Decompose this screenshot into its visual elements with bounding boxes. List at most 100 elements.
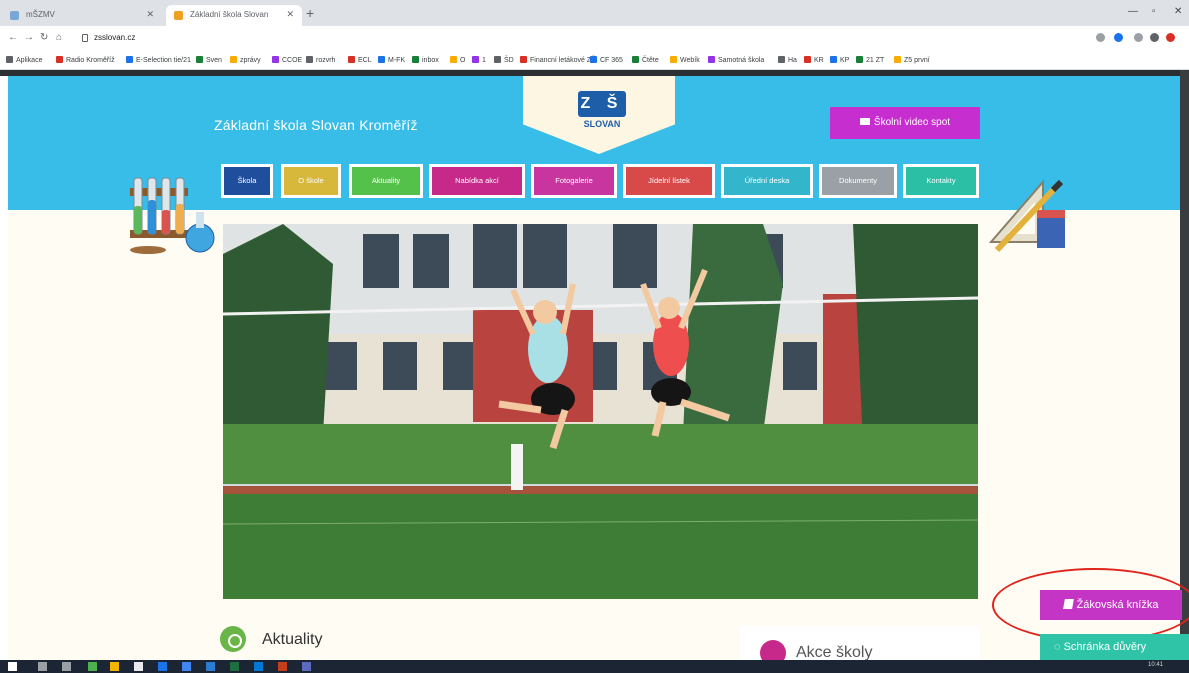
bookmark-favicon-icon	[6, 56, 13, 63]
search-taskbar-icon[interactable]	[38, 662, 47, 671]
bookmark-favicon-icon	[778, 56, 785, 63]
start-button-icon[interactable]	[8, 662, 17, 671]
bookmark-item[interactable]: Z5 první	[894, 56, 930, 64]
nav-item-jidelni-listek[interactable]: Jídelní lístek	[623, 164, 715, 198]
logo-letters: Z Š	[578, 91, 626, 117]
bookmark-item[interactable]: Aplikace	[6, 56, 42, 64]
forward-icon[interactable]: →	[24, 32, 34, 43]
bookmark-item[interactable]: Financní letákové ZŠ	[520, 56, 596, 64]
bookmark-item[interactable]: Ha	[778, 56, 797, 64]
search-icon[interactable]	[1096, 33, 1105, 42]
school-logo[interactable]: Z Š SLOVAN	[572, 91, 632, 143]
nav-item-dokumenty[interactable]: Dokumenty	[819, 164, 897, 198]
bookmark-item[interactable]: zprávy	[230, 56, 261, 64]
tab-favicon-icon	[10, 11, 19, 20]
back-icon[interactable]: ←	[8, 32, 18, 43]
scrollbar[interactable]	[1180, 70, 1189, 660]
extension-icon[interactable]	[1134, 33, 1143, 42]
events-box: Akce školy	[740, 626, 980, 666]
nav-item-uredni-deska[interactable]: Úřední deska	[721, 164, 813, 198]
task-view-icon[interactable]	[62, 662, 71, 671]
bookmark-item[interactable]: 1	[472, 56, 486, 64]
bookmark-item[interactable]: rozvrh	[306, 56, 335, 64]
nav-item-o-skole[interactable]: O škole	[281, 164, 341, 198]
tab-close-icon[interactable]: ✕	[146, 9, 154, 20]
bookmark-item[interactable]: KP	[830, 56, 849, 64]
browser-toolbar: ← → ↻ ⌂ zsslovan.cz	[0, 26, 1189, 50]
bookmark-favicon-icon	[378, 56, 385, 63]
nav-item-aktuality[interactable]: Aktuality	[349, 164, 423, 198]
puzzle-icon[interactable]	[1150, 33, 1159, 42]
bookmark-favicon-icon	[450, 56, 457, 63]
news-icon	[220, 626, 246, 652]
bookmark-favicon-icon	[520, 56, 527, 63]
trust-box-button[interactable]: ◌ Schránka důvěry	[1040, 634, 1189, 660]
browser-tab-active[interactable]: Základní škola Slovan ✕	[166, 5, 302, 26]
ruler-pencil-icon	[988, 179, 1065, 253]
minimize-icon[interactable]: —	[1128, 6, 1138, 17]
excel-icon[interactable]	[230, 662, 239, 671]
os-taskbar: 10:41	[0, 660, 1189, 673]
word-icon[interactable]	[206, 662, 215, 671]
bookmark-favicon-icon	[348, 56, 355, 63]
home-icon[interactable]: ⌂	[56, 32, 62, 43]
address-bar[interactable]: zsslovan.cz	[78, 31, 1078, 46]
bookmark-item[interactable]: 21 ZT	[856, 56, 884, 64]
bookmark-item[interactable]: KR	[804, 56, 824, 64]
bookmark-favicon-icon	[894, 56, 901, 63]
bookmark-favicon-icon	[306, 56, 313, 63]
bookmark-item[interactable]: inbox	[412, 56, 439, 64]
highlight-annotation-circle	[992, 568, 1189, 642]
file-explorer-icon[interactable]	[110, 662, 119, 671]
browser-tab[interactable]: mŠZMV ✕	[2, 5, 162, 26]
bookmark-item[interactable]: CF 365	[590, 56, 623, 64]
profile-avatar-icon[interactable]	[1166, 33, 1175, 42]
site-title[interactable]: Základní škola Slovan Kroměříž	[214, 117, 418, 133]
bookmark-item[interactable]: E-Selection tie/21	[126, 56, 191, 64]
bookmark-item[interactable]: Čtěte	[632, 56, 659, 64]
bookmark-item[interactable]: CCOE	[272, 56, 302, 64]
hero-photo	[223, 224, 978, 599]
bookmark-favicon-icon	[632, 56, 639, 63]
bookmark-item[interactable]: ŠD	[494, 56, 514, 64]
bookmark-favicon-icon	[230, 56, 237, 63]
bookmark-favicon-icon	[830, 56, 837, 63]
bookmark-favicon-icon	[472, 56, 479, 63]
nav-item-fotogalerie[interactable]: Fotogalerie	[531, 164, 617, 198]
chrome-icon[interactable]	[182, 662, 191, 671]
bookmark-favicon-icon	[494, 56, 501, 63]
chat-icon: ◌	[1054, 641, 1064, 653]
edge-icon[interactable]	[158, 662, 167, 671]
nav-item-skola[interactable]: Škola	[221, 164, 273, 198]
bookmark-item[interactable]: Sven	[196, 56, 222, 64]
bookmark-item[interactable]: Radio Kroměříž	[56, 56, 115, 64]
bookmark-item[interactable]: O	[450, 56, 465, 64]
school-video-button[interactable]: Školní video spot	[830, 107, 980, 139]
system-clock[interactable]: 10:41	[1148, 662, 1163, 668]
reload-icon[interactable]: ↻	[40, 32, 48, 43]
outlook-icon[interactable]	[254, 662, 263, 671]
logo-name: SLOVAN	[583, 119, 621, 129]
bookmark-item[interactable]: Samotná škola	[708, 56, 764, 64]
close-window-icon[interactable]: ✕	[1174, 6, 1182, 17]
app-icon[interactable]	[88, 662, 97, 671]
store-icon[interactable]	[134, 662, 143, 671]
maximize-icon[interactable]: ▫	[1152, 6, 1156, 17]
tab-close-icon[interactable]: ✕	[286, 9, 294, 20]
bookmark-favicon-icon	[126, 56, 133, 63]
nav-item-kontakty[interactable]: Kontakty	[903, 164, 979, 198]
bookmark-favicon-icon	[804, 56, 811, 63]
nav-item-nabidka-akci[interactable]: Nabídka akcí	[429, 164, 525, 198]
bookmark-star-icon[interactable]	[1114, 33, 1123, 42]
teams-icon[interactable]	[302, 662, 311, 671]
powerpoint-icon[interactable]	[278, 662, 287, 671]
bookmark-favicon-icon	[272, 56, 279, 63]
bookmark-item[interactable]: Webík	[670, 56, 700, 64]
browser-tab-strip: mŠZMV ✕ Základní škola Slovan ✕ + — ▫ ✕	[0, 0, 1189, 26]
bookmark-favicon-icon	[708, 56, 715, 63]
bookmark-item[interactable]: M-FK	[378, 56, 405, 64]
new-tab-icon[interactable]: +	[306, 5, 314, 21]
bookmark-item[interactable]: ECL	[348, 56, 372, 64]
chemistry-flask-icon	[130, 177, 215, 254]
bookmark-favicon-icon	[590, 56, 597, 63]
